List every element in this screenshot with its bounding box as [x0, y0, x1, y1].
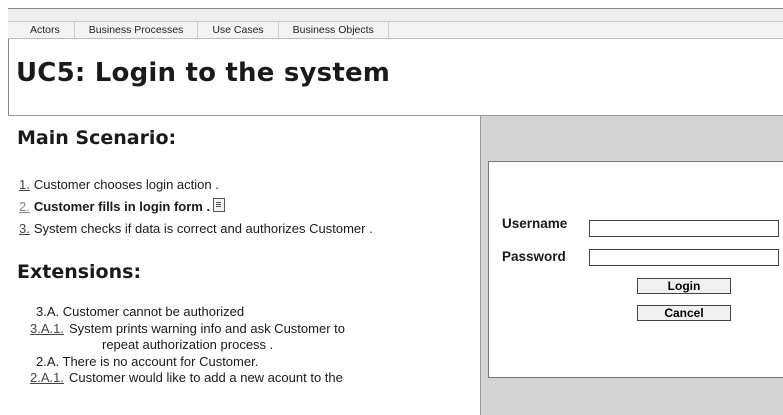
tab-business-objects[interactable]: Business Objects — [279, 22, 389, 38]
extension-step: 3.A.1. System prints warning info and ask… — [30, 321, 345, 338]
scenario-step: 1. Customer chooses login action . — [19, 174, 373, 196]
step-link[interactable]: 3. — [19, 221, 30, 236]
main-scenario-heading: Main Scenario: — [17, 127, 177, 149]
extension-text: 2.A. There is no account for Customer. — [36, 353, 259, 369]
extension-text: repeat authorization process . — [102, 337, 274, 352]
step-link[interactable]: 2. — [19, 199, 30, 214]
tab-use-cases[interactable]: Use Cases — [198, 22, 279, 38]
content-panel: Main Scenario: 1. Customer chooses login … — [8, 115, 783, 415]
step-text: Customer fills in login form . — [33, 199, 211, 214]
extension-item: 2.A. There is no account for Customer. — [30, 354, 345, 371]
tabs: Actors Business Processes Use Cases Busi… — [8, 22, 389, 38]
step-text: Customer chooses login action . — [33, 177, 219, 192]
scenario-step: 3. System checks if data is correct and a… — [19, 218, 373, 240]
form-preview-pane: Username Password Login Cancel — [481, 116, 783, 415]
scenario-step: 2. Customer fills in login form . — [19, 196, 373, 218]
username-input[interactable] — [589, 220, 779, 237]
login-button[interactable]: Login — [637, 278, 731, 294]
tab-actors[interactable]: Actors — [8, 22, 75, 38]
tab-business-processes[interactable]: Business Processes — [75, 22, 199, 38]
extension-text: 3.A. Customer cannot be authorized — [36, 304, 245, 319]
step-text: System checks if data is correct and aut… — [33, 221, 373, 236]
extension-continuation: repeat authorization process . — [30, 337, 345, 354]
scenario-steps: 1. Customer chooses login action . 2. Cust… — [19, 174, 373, 240]
page-title: UC5: Login to the system — [16, 58, 391, 88]
tab-bar-strip — [8, 9, 783, 22]
login-form: Username Password Login Cancel — [488, 161, 783, 378]
extension-item: 3.A. Customer cannot be authorized — [30, 304, 345, 321]
step-link[interactable]: 1. — [19, 177, 30, 192]
password-input[interactable] — [589, 249, 779, 266]
extension-step-link[interactable]: 3.A.1. — [30, 321, 64, 336]
scenario-pane: Main Scenario: 1. Customer chooses login … — [8, 116, 481, 415]
extensions-heading: Extensions: — [17, 261, 142, 283]
extension-step-link[interactable]: 2.A.1. — [30, 370, 64, 385]
document-icon[interactable] — [213, 198, 226, 212]
extension-text: System prints warning info and ask Custo… — [68, 320, 345, 336]
extension-step: 2.A.1. Customer would like to add a new a… — [30, 370, 345, 387]
cancel-button[interactable]: Cancel — [637, 305, 731, 321]
extension-text: Customer would like to add a new acount … — [68, 370, 343, 385]
tab-bar: Actors Business Processes Use Cases Busi… — [8, 9, 783, 39]
username-label: Username — [502, 216, 568, 231]
password-label: Password — [502, 249, 566, 264]
extensions-list: 3.A. Customer cannot be authorized 3.A.1… — [30, 304, 345, 387]
